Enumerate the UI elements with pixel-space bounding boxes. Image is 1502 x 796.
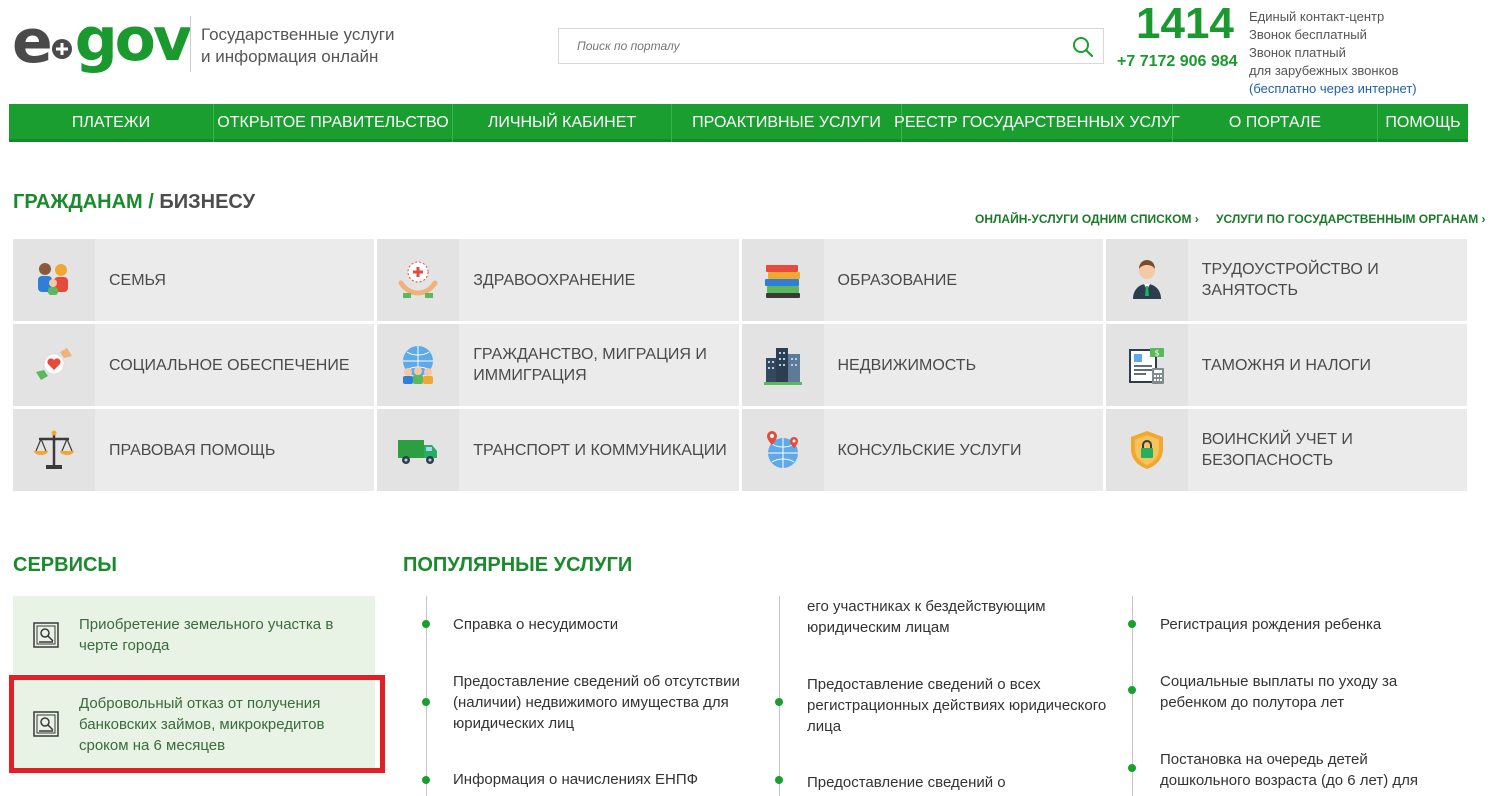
nav-item-open-government[interactable]: ОТКРЫТОЕ ПРАВИТЕЛЬСТВО (214, 104, 453, 142)
search-icon[interactable] (1071, 35, 1095, 59)
category-label: КОНСУЛЬСКИЕ УСЛУГИ (837, 441, 1022, 459)
shield-lock-icon (1105, 409, 1188, 491)
category-employment[interactable]: ТРУДОУСТРОЙСТВО И ЗАНЯТОСТЬ (1105, 239, 1467, 321)
document-stamp-icon (13, 620, 79, 650)
nav-item-personal-cabinet[interactable]: ЛИЧНЫЙ КАБИНЕТ (453, 104, 672, 142)
category-social-security[interactable]: СОЦИАЛЬНОЕ ОБЕСПЕЧЕНИЕ (13, 324, 375, 406)
service-item-loan-refusal[interactable]: Добровольный отказ от получения банковск… (13, 680, 375, 768)
category-healthcare[interactable]: ЗДРАВООХРАНЕНИЕ (377, 239, 739, 321)
timeline-dot (775, 698, 783, 706)
logo-gov: gov (74, 5, 192, 75)
tax-document-icon: $ (1105, 324, 1188, 406)
timeline-dot (1128, 686, 1136, 694)
category-education[interactable]: ОБРАЗОВАНИЕ (741, 239, 1103, 321)
tab-business[interactable]: БИЗНЕСУ (159, 191, 255, 213)
timeline-dot (422, 698, 430, 706)
services-title: СЕРВИСЫ (13, 554, 117, 576)
popular-service-link[interactable]: Справка о несудимости (453, 614, 753, 635)
contact-line: Единый контакт-центр (1249, 9, 1385, 24)
buildings-icon (741, 324, 824, 406)
healthcare-icon (377, 239, 460, 321)
family-icon (13, 239, 95, 321)
online-services-list-link[interactable]: ОНЛАЙН-УСЛУГИ ОДНИМ СПИСКОМ › (975, 213, 1199, 225)
category-label: ТРУДОУСТРОЙСТВО И ЗАНЯТОСТЬ (1201, 261, 1379, 299)
category-customs-taxes[interactable]: $ ТАМОЖНЯ И НАЛОГИ (1105, 324, 1467, 406)
timeline-dot (775, 776, 783, 784)
popular-service-link[interactable]: Социальные выплаты по уходу за ребенком … (1160, 671, 1460, 713)
site-tagline: Государственные услуги и информация онла… (201, 24, 421, 68)
popular-services-title: ПОПУЛЯРНЫЕ УСЛУГИ (403, 554, 633, 576)
category-label: СОЦИАЛЬНОЕ ОБЕСПЕЧЕНИЕ (109, 356, 350, 374)
category-consular[interactable]: КОНСУЛЬСКИЕ УСЛУГИ (741, 409, 1103, 491)
service-label: Приобретение земельного участка в черте … (79, 616, 334, 654)
free-internet-call-link[interactable]: (бесплатно через интернет) (1249, 80, 1417, 98)
popular-service-link[interactable]: Предоставление сведений об отсутствии (н… (453, 671, 753, 734)
truck-icon (377, 409, 460, 491)
timeline-dot (422, 620, 430, 628)
nav-item-services-registry[interactable]: РЕЕСТР ГОСУДАРСТВЕННЫХ УСЛУГ (894, 104, 1180, 142)
document-stamp-icon (13, 709, 79, 739)
category-transport[interactable]: ТРАНСПОРТ И КОММУНИКАЦИИ (377, 409, 739, 491)
category-grid: СЕМЬЯ ЗДРАВООХРАНЕНИЕ ОБРАЗОВАНИЕ ТРУДОУ… (13, 239, 1467, 491)
timeline-line (779, 596, 780, 796)
category-label: ОБРАЗОВАНИЕ (837, 271, 958, 289)
worker-icon (1105, 239, 1188, 321)
globe-people-icon (377, 324, 460, 406)
timeline-dot (422, 776, 430, 784)
popular-service-link[interactable]: Предоставление сведений о всех регистрац… (807, 674, 1107, 737)
category-label: ПРАВОВАЯ ПОМОЩЬ (109, 441, 276, 459)
popular-service-link[interactable]: Предоставление сведений о (807, 772, 1107, 793)
section-title: ГРАЖДАНАМ / БИЗНЕСУ (13, 192, 255, 212)
tab-citizens[interactable]: ГРАЖДАНАМ (13, 191, 143, 213)
category-label: ВОИНСКИЙ УЧЕТ И БЕЗОПАСНОСТЬ (1201, 431, 1353, 469)
category-citizenship[interactable]: ГРАЖДАНСТВО, МИГРАЦИЯ И ИММИГРАЦИЯ (377, 324, 739, 406)
scales-icon (13, 409, 95, 491)
contact-line: Звонок бесплатный (1249, 27, 1367, 42)
service-item-land-purchase[interactable]: Приобретение земельного участка в черте … (13, 596, 375, 674)
books-icon (741, 239, 824, 321)
category-legal-aid[interactable]: ПРАВОВАЯ ПОМОЩЬ (13, 409, 375, 491)
category-label: ТРАНСПОРТ И КОММУНИКАЦИИ (473, 441, 727, 459)
search-input[interactable] (577, 39, 1057, 53)
heart-hands-icon (13, 324, 95, 406)
nav-item-about[interactable]: О ПОРТАЛЕ (1173, 104, 1378, 142)
service-label: Добровольный отказ от получения банковск… (79, 694, 325, 754)
timeline-dot (1128, 620, 1136, 628)
nav-item-help[interactable]: ПОМОЩЬ (1378, 104, 1468, 142)
category-family[interactable]: СЕМЬЯ (13, 239, 375, 321)
category-real-estate[interactable]: НЕДВИЖИМОСТЬ (741, 324, 1103, 406)
search-box (558, 28, 1104, 64)
egov-logo[interactable]: e gov (12, 5, 192, 77)
nav-item-payments[interactable]: ПЛАТЕЖИ (9, 104, 214, 142)
popular-service-link[interactable]: Постановка на очередь детей дошкольного … (1160, 749, 1460, 791)
title-separator: / (142, 191, 160, 213)
contact-info: Единый контакт-центр Звонок бесплатный З… (1249, 8, 1417, 98)
category-label: ТАМОЖНЯ И НАЛОГИ (1201, 356, 1372, 374)
tagline-line-2: и информация онлайн (201, 47, 379, 66)
logo-divider (190, 16, 191, 72)
services-by-agency-link[interactable]: УСЛУГИ ПО ГОСУДАРСТВЕННЫМ ОРГАНАМ › (1216, 213, 1486, 225)
globe-pins-icon (741, 409, 824, 491)
contact-line: для зарубежных звонков (1249, 63, 1399, 78)
svg-text:$: $ (1154, 349, 1159, 358)
category-military-security[interactable]: ВОИНСКИЙ УЧЕТ И БЕЗОПАСНОСТЬ (1105, 409, 1467, 491)
popular-service-link[interactable]: Регистрация рождения ребенка (1160, 614, 1460, 635)
category-label: НЕДВИЖИМОСТЬ (837, 356, 977, 374)
main-nav: ПЛАТЕЖИ ОТКРЫТОЕ ПРАВИТЕЛЬСТВО ЛИЧНЫЙ КА… (9, 104, 1468, 142)
category-label: ГРАЖДАНСТВО, МИГРАЦИЯ И ИММИГРАЦИЯ (473, 346, 707, 384)
popular-service-link[interactable]: Информация о начислениях ЕНПФ (453, 769, 753, 790)
category-label: СЕМЬЯ (109, 271, 166, 289)
logo-e: e (12, 7, 53, 77)
tagline-line-1: Государственные услуги (201, 25, 395, 44)
logo-plus-icon (51, 38, 73, 60)
contact-line: Звонок платный (1249, 45, 1346, 60)
contact-phone[interactable]: +7 7172 906 984 (1117, 54, 1238, 70)
popular-service-link[interactable]: его участниках к бездействующим юридичес… (807, 596, 1107, 638)
timeline-dot (1128, 764, 1136, 772)
contact-center-number[interactable]: 1414 (1136, 2, 1234, 46)
nav-item-proactive-services[interactable]: ПРОАКТИВНЫЕ УСЛУГИ (672, 104, 902, 142)
category-label: ЗДРАВООХРАНЕНИЕ (473, 271, 636, 289)
